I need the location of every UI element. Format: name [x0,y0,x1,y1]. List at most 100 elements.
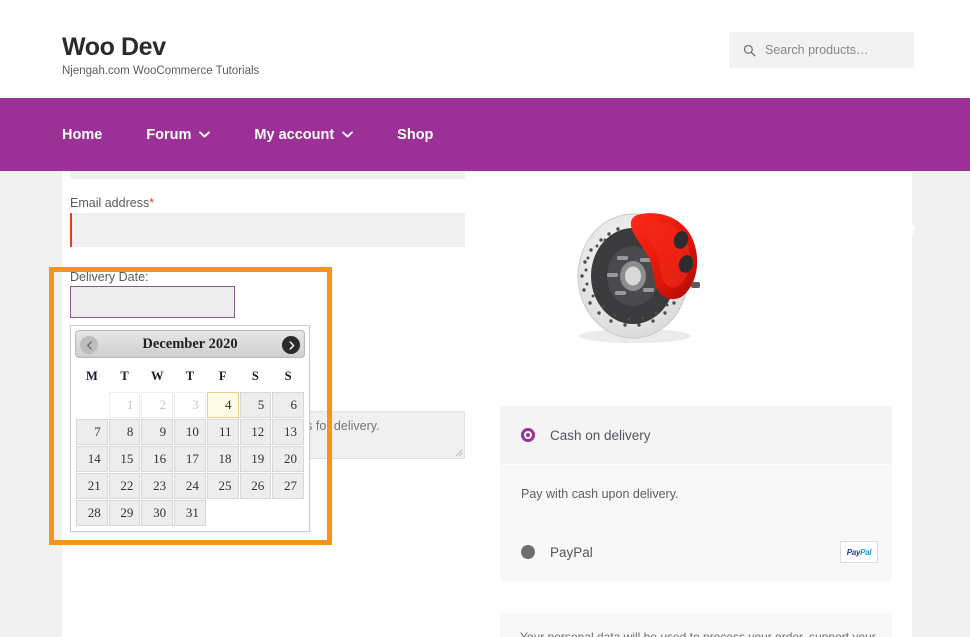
email-label-text: Email address [70,196,150,210]
nav-item-my-account[interactable]: My account [232,98,375,171]
paypal-logo-text-a: Pay [846,547,861,557]
email-input[interactable] [70,213,465,247]
datepicker-day[interactable]: 14 [76,446,108,472]
previous-field-cutoff [70,171,465,179]
datepicker-day-cell[interactable]: 12 [239,419,272,445]
datepicker-day-cell[interactable]: 7 [76,419,108,445]
datepicker-day-cell[interactable]: 23 [141,473,174,499]
datepicker-day-cell[interactable]: 28 [76,500,108,526]
datepicker-day-cell[interactable]: 9 [141,419,174,445]
datepicker-day-today[interactable]: 4 [206,392,239,418]
datepicker-week-row: 21 22 23 24 25 26 27 [76,473,304,499]
delivery-date-datepicker[interactable]: December 2020 M T W T F S S 12345678910 … [70,325,310,532]
datepicker-prev-month-button[interactable] [80,336,98,354]
datepicker-day-cell[interactable]: 19 [239,446,272,472]
datepicker-day[interactable]: 11 [206,419,239,445]
datepicker-day[interactable]: 30 [141,500,174,526]
day-header: T [185,369,195,383]
datepicker-day-cell[interactable]: 17 [174,446,206,472]
datepicker-day[interactable]: 22 [108,473,141,499]
datepicker-week-row: 14 15 16 17 18 19 20 [76,446,304,472]
datepicker-day[interactable]: 28 [76,500,108,526]
datepicker-day[interactable]: 10 [174,419,206,445]
datepicker-day-cell[interactable]: 14 [76,446,108,472]
datepicker-day-cell[interactable]: 20 [272,446,304,472]
nav-item-label: Home [62,126,103,143]
datepicker-day[interactable]: 20 [272,446,304,472]
datepicker-day-cell [272,500,304,526]
privacy-policy-note: Your personal data will be used to proce… [500,613,892,637]
datepicker-day-cell: 1 [108,392,141,418]
datepicker-day-cell[interactable]: 30 [141,500,174,526]
datepicker-day[interactable]: 19 [239,446,272,472]
datepicker-day-cell[interactable]: 31 [174,500,206,526]
nav-item-shop[interactable]: Shop [375,98,455,171]
datepicker-header: December 2020 [75,330,305,358]
datepicker-day-cell[interactable]: 25 [206,473,239,499]
datepicker-day[interactable]: 12 [239,419,272,445]
radio-selected-icon[interactable] [521,428,535,442]
datepicker-next-month-button[interactable] [282,336,300,354]
datepicker-day[interactable]: 5 [239,392,272,418]
datepicker-day-cell[interactable]: 4 [206,392,239,418]
datepicker-day[interactable]: 6 [272,392,304,418]
datepicker-day-blank [240,508,272,518]
datepicker-day-cell[interactable]: 18 [206,446,239,472]
payment-method-description: Pay with cash upon delivery. [500,465,892,523]
datepicker-day[interactable]: 29 [108,500,141,526]
datepicker-day[interactable]: 27 [272,473,304,499]
paypal-logo-text-b: Pal [860,547,872,557]
datepicker-day[interactable]: 8 [108,419,141,445]
datepicker-day[interactable]: 23 [141,473,174,499]
textarea-resize-grip-icon[interactable] [452,446,463,457]
radio-unselected-icon[interactable] [521,545,535,559]
payment-method-paypal[interactable]: PayPal PayPal [500,523,892,582]
search-input-placeholder[interactable]: Search products… [765,43,869,57]
datepicker-day-cell[interactable]: 22 [108,473,141,499]
datepicker-day-cell[interactable]: 27 [272,473,304,499]
datepicker-day-cell[interactable]: 13 [272,419,304,445]
datepicker-day[interactable]: 7 [76,419,108,445]
datepicker-day-cell[interactable]: 11 [206,419,239,445]
site-description: Njengah.com WooCommerce Tutorials [62,65,260,77]
chevron-left-icon [86,340,92,350]
nav-item-label: My account [254,126,335,143]
datepicker-day-cell[interactable]: 6 [272,392,304,418]
datepicker-day-cell[interactable]: 21 [76,473,108,499]
datepicker-day-cell[interactable]: 5 [239,392,272,418]
datepicker-day-header-row: M T W T F S S [76,363,304,391]
datepicker-day-cell[interactable]: 15 [108,446,141,472]
search-icon [743,44,756,57]
datepicker-day-blank [76,400,108,410]
payment-method-cash-on-delivery[interactable]: Cash on delivery [500,406,892,465]
primary-navbar: Home Forum My account Shop $50.00 1 item [0,98,970,237]
datepicker-day[interactable]: 21 [76,473,108,499]
search-products-box[interactable]: Search products… [729,32,914,68]
payment-method-label: PayPal [550,544,593,560]
datepicker-day[interactable]: 9 [141,419,174,445]
datepicker-day-cell[interactable]: 8 [108,419,141,445]
datepicker-day[interactable]: 25 [206,473,239,499]
datepicker-day[interactable]: 13 [272,419,304,445]
delivery-date-label: Delivery Date: [70,270,149,284]
nav-item-label: Shop [397,126,434,143]
datepicker-day[interactable]: 18 [206,446,239,472]
datepicker-day[interactable]: 16 [141,446,174,472]
datepicker-day-cell[interactable]: 16 [141,446,174,472]
datepicker-day-cell[interactable]: 10 [174,419,206,445]
datepicker-day[interactable]: 17 [174,446,206,472]
nav-item-home[interactable]: Home [62,98,124,171]
datepicker-day[interactable]: 31 [174,500,206,526]
nav-item-forum[interactable]: Forum [124,98,232,171]
paypal-logo-badge: PayPal [840,541,878,563]
datepicker-day[interactable]: 24 [174,473,206,499]
delivery-date-input[interactable] [70,286,235,318]
datepicker-day-cell[interactable]: 29 [108,500,141,526]
datepicker-month-year-title: December 2020 [142,335,238,352]
datepicker-day[interactable]: 15 [108,446,141,472]
datepicker-day[interactable]: 26 [239,473,272,499]
datepicker-day-cell[interactable]: 26 [239,473,272,499]
day-header: S [251,369,259,383]
datepicker-week-row: 28 29 30 31 [76,500,304,526]
datepicker-day-cell[interactable]: 24 [174,473,206,499]
